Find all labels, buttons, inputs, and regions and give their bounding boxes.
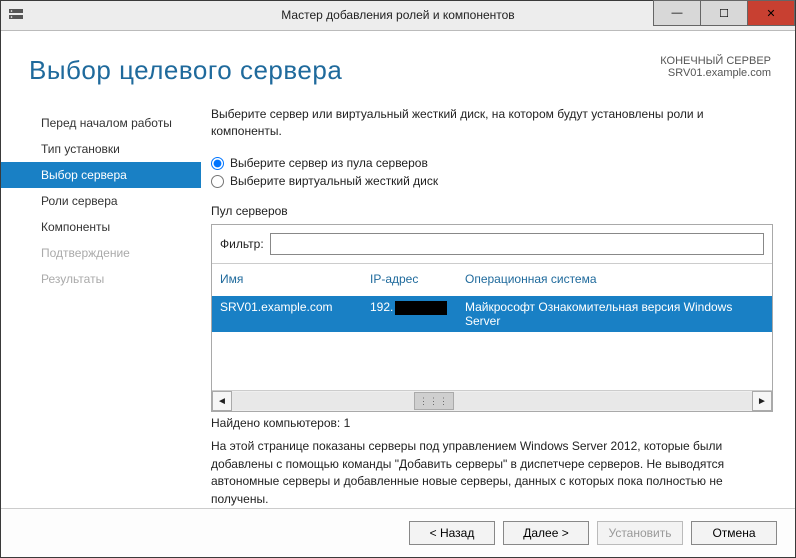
radio-server-pool[interactable]: Выберите сервер из пула серверов xyxy=(211,156,773,170)
cell-server-name: SRV01.example.com xyxy=(220,300,370,328)
step-server-roles[interactable]: Роли сервера xyxy=(1,188,201,214)
column-name[interactable]: Имя xyxy=(220,272,370,286)
scroll-right-arrow-icon[interactable]: ► xyxy=(752,391,772,411)
main-area: Перед началом работы Тип установки Выбор… xyxy=(1,98,795,508)
page-description: Выберите сервер или виртуальный жесткий … xyxy=(211,106,773,141)
maximize-button[interactable]: ☐ xyxy=(700,0,748,26)
server-manager-icon xyxy=(1,6,31,25)
cell-server-ip: 192. xyxy=(370,300,465,328)
page-title: Выбор целевого сервера xyxy=(29,55,342,86)
destination-server: SRV01.example.com xyxy=(660,67,771,79)
step-results: Результаты xyxy=(1,266,201,292)
server-pool-box: Фильтр: Имя IP-адрес Операционная систем… xyxy=(211,224,773,412)
computers-found-label: Найдено компьютеров: 1 xyxy=(211,416,773,430)
page-note: На этой странице показаны серверы под уп… xyxy=(211,438,773,508)
scroll-track[interactable]: ⋮⋮⋮ xyxy=(232,392,752,410)
install-button: Установить xyxy=(597,521,683,545)
ip-prefix: 192. xyxy=(370,300,393,314)
wizard-steps-sidebar: Перед началом работы Тип установки Выбор… xyxy=(1,98,201,508)
step-features[interactable]: Компоненты xyxy=(1,214,201,240)
destination-info: КОНЕЧНЫЙ СЕРВЕР SRV01.example.com xyxy=(660,55,771,79)
column-os[interactable]: Операционная система xyxy=(465,272,764,286)
wizard-window: Мастер добавления ролей и компонентов — … xyxy=(0,0,796,558)
server-row-selected[interactable]: SRV01.example.com 192. Майкрософт Ознако… xyxy=(212,296,772,332)
radio-vhd-label: Выберите виртуальный жесткий диск xyxy=(230,174,438,188)
column-ip[interactable]: IP-адрес xyxy=(370,272,465,286)
close-button[interactable]: ✕ xyxy=(747,0,795,26)
scroll-left-arrow-icon[interactable]: ◄ xyxy=(212,391,232,411)
filter-label: Фильтр: xyxy=(220,237,264,251)
cancel-button[interactable]: Отмена xyxy=(691,521,777,545)
wizard-footer: < Назад Далее > Установить Отмена xyxy=(1,508,795,557)
step-before-you-begin[interactable]: Перед началом работы xyxy=(1,110,201,136)
server-table-empty-area xyxy=(212,332,772,390)
step-installation-type[interactable]: Тип установки xyxy=(1,136,201,162)
filter-row: Фильтр: xyxy=(212,225,772,264)
minimize-button[interactable]: — xyxy=(653,0,701,26)
window-controls: — ☐ ✕ xyxy=(654,4,795,26)
horizontal-scrollbar[interactable]: ◄ ⋮⋮⋮ ► xyxy=(212,390,772,411)
radio-vhd-input[interactable] xyxy=(211,175,224,188)
title-bar: Мастер добавления ролей и компонентов — … xyxy=(1,1,795,31)
step-server-selection[interactable]: Выбор сервера xyxy=(1,162,201,188)
step-confirmation: Подтверждение xyxy=(1,240,201,266)
next-button[interactable]: Далее > xyxy=(503,521,589,545)
server-pool-label: Пул серверов xyxy=(211,204,773,218)
selection-radios: Выберите сервер из пула серверов Выберит… xyxy=(211,152,773,192)
scroll-thumb[interactable]: ⋮⋮⋮ xyxy=(414,392,454,410)
header-row: Выбор целевого сервера КОНЕЧНЫЙ СЕРВЕР S… xyxy=(1,31,795,98)
filter-input[interactable] xyxy=(270,233,764,255)
wizard-body: Выбор целевого сервера КОНЕЧНЫЙ СЕРВЕР S… xyxy=(1,31,795,557)
ip-redacted xyxy=(395,301,447,315)
content-pane: Выберите сервер или виртуальный жесткий … xyxy=(201,98,777,508)
radio-server-pool-label: Выберите сервер из пула серверов xyxy=(230,156,428,170)
radio-server-pool-input[interactable] xyxy=(211,157,224,170)
radio-vhd[interactable]: Выберите виртуальный жесткий диск xyxy=(211,174,773,188)
destination-label: КОНЕЧНЫЙ СЕРВЕР xyxy=(660,55,771,67)
cell-server-os: Майкрософт Ознакомительная версия Window… xyxy=(465,300,764,328)
back-button[interactable]: < Назад xyxy=(409,521,495,545)
server-table-header: Имя IP-адрес Операционная система xyxy=(212,264,772,296)
